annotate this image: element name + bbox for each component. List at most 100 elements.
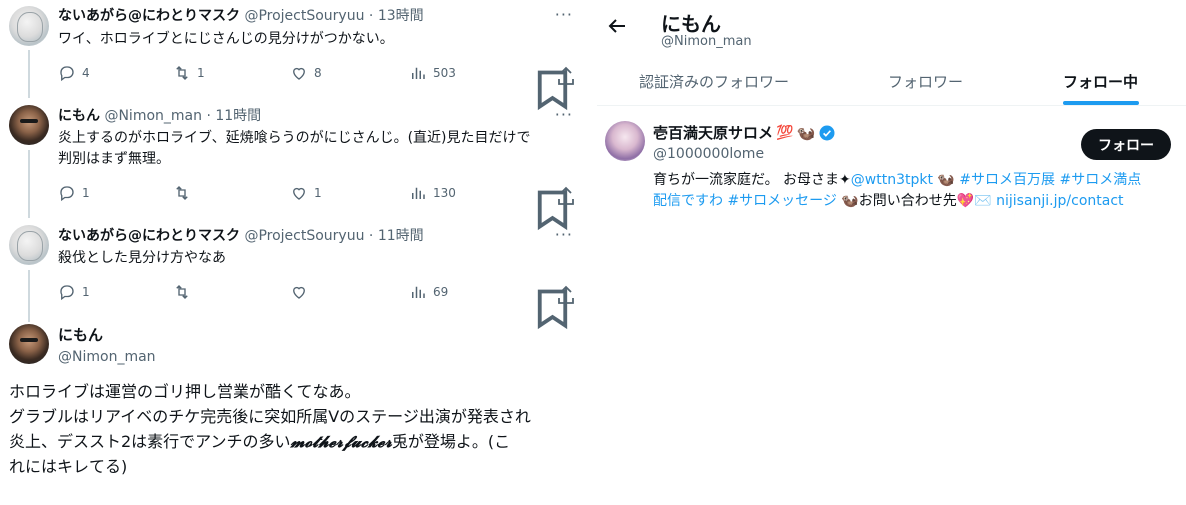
tweet-text-line: ホロライブは運営のゴリ押し営業が酷くてなあ。: [9, 382, 361, 401]
more-options-icon[interactable]: ···: [555, 5, 573, 24]
reply-button[interactable]: 4: [58, 64, 90, 82]
display-name[interactable]: にもん: [58, 326, 156, 344]
tab-verified-followers[interactable]: 認証済みのフォロワー: [639, 71, 789, 92]
tweet[interactable]: ないあがら@にわとりマスク @ProjectSouryuu · 13時間 ···…: [0, 0, 590, 111]
user-bio: 育ちが一流家庭だ。 お母さま✦@wttn3tpkt 🦦 #サロメ百万展 #サロメ…: [653, 170, 1173, 212]
views-button[interactable]: 503: [409, 64, 456, 82]
user-avatar[interactable]: [605, 121, 645, 161]
man-avatar-icon[interactable]: [9, 324, 49, 364]
timestamp[interactable]: 13時間: [378, 8, 424, 24]
tweet-text: ワイ、ホロライブとにじさんじの見分けがつかない。: [58, 31, 394, 47]
reply-button[interactable]: 1: [58, 184, 90, 202]
views-count: 130: [433, 186, 456, 200]
share-icon[interactable]: [554, 184, 578, 208]
user-name-row[interactable]: 壱百満天原サロメ 💯 🦦: [653, 122, 836, 143]
share-icon[interactable]: [554, 283, 578, 307]
user-handle[interactable]: @Nimon_man: [104, 108, 202, 124]
retweet-icon: [176, 66, 188, 80]
hashtag-link[interactable]: #サロメッセージ: [727, 193, 836, 209]
script-styled-word: 𝓶𝓸𝓽𝓱𝓮𝓻𝓯𝓾𝓬𝓴𝓮𝓻: [290, 432, 392, 451]
views-count: 503: [433, 66, 456, 80]
reply-button[interactable]: 1: [58, 283, 90, 301]
like-button[interactable]: 8: [290, 64, 322, 82]
tweet-text: 炎上するのがホロライブ、延焼喰らうのがにじさんじ。(直近)見た目だけで 判別はま…: [58, 128, 578, 170]
like-button[interactable]: [290, 283, 314, 301]
timestamp[interactable]: 11時間: [215, 108, 261, 124]
hashtag-link[interactable]: #サロメ百万展: [959, 172, 1055, 188]
tweet[interactable]: にもん @Nimon_man · 11時間 ··· 炎上するのがホロライブ、延焼…: [0, 98, 590, 231]
like-count: 1: [314, 186, 322, 200]
contact-url-link[interactable]: nijisanji.jp/contact: [996, 193, 1123, 209]
profile-title: にもん: [661, 12, 721, 36]
views-icon: [412, 286, 425, 298]
bio-mention-link[interactable]: @wttn3tpkt: [851, 172, 933, 188]
hashtag-link-continued[interactable]: 配信ですわ: [653, 193, 723, 209]
tab-following[interactable]: フォロー中: [1063, 71, 1138, 92]
back-arrow-icon[interactable]: [605, 14, 629, 38]
hashtag-link[interactable]: #サロメ満点: [1059, 172, 1141, 188]
profile-handle: @Nimon_man: [661, 34, 752, 49]
main-tweet-text: ホロライブは運営のゴリ押し営業が酷くてなあ。 グラブルはリアイベのチケ完売後に突…: [9, 379, 584, 479]
tweet-header: ないあがら@にわとりマスク @ProjectSouryuu · 11時間: [58, 227, 424, 245]
views-icon: [412, 187, 425, 199]
user-handle[interactable]: @ProjectSouryuu: [244, 8, 364, 24]
separator-dot: ·: [368, 228, 374, 244]
conversation-thread: ないあがら@にわとりマスク @ProjectSouryuu · 13時間 ···…: [0, 0, 590, 505]
tweet-text-segment: 炎上、デススト2は素行でアンチの多い: [9, 432, 291, 451]
reply-icon: [60, 186, 74, 202]
tweet-text-line: 炎上するのがホロライブ、延焼喰らうのがにじさんじ。(直近)見た目だけで: [58, 130, 531, 146]
more-options-icon[interactable]: ···: [555, 225, 573, 244]
tweet-header: ないあがら@にわとりマスク @ProjectSouryuu · 13時間: [58, 7, 424, 25]
tweet-actions: 1 69: [58, 283, 578, 330]
heart-icon: [293, 187, 305, 200]
tweet[interactable]: ないあがら@にわとりマスク @ProjectSouryuu · 11時間 ···…: [0, 218, 590, 330]
user-handle[interactable]: @1000000lome: [653, 146, 764, 162]
views-button[interactable]: 130: [409, 184, 456, 202]
hundred-points-emoji: 💯: [776, 124, 794, 141]
like-count: 8: [314, 66, 322, 80]
bio-text: 🦦: [932, 172, 960, 188]
display-name[interactable]: にもん: [58, 108, 100, 124]
display-name[interactable]: ないあがら@にわとりマスク: [58, 8, 240, 24]
tweet-actions: 4 1 8 503: [58, 64, 578, 111]
retweet-button[interactable]: 1: [173, 64, 205, 82]
retweet-icon: [176, 285, 188, 299]
user-handle[interactable]: @Nimon_man: [58, 348, 156, 366]
reply-icon: [60, 66, 74, 82]
tweet-text-line: 判別はまず無理。: [58, 151, 170, 167]
heart-icon: [293, 286, 305, 299]
retweet-button[interactable]: [173, 283, 197, 301]
like-button[interactable]: 1: [290, 184, 322, 202]
tab-followers[interactable]: フォロワー: [888, 71, 963, 92]
sketch-avatar-icon[interactable]: [9, 6, 49, 46]
separator-dot: ·: [206, 108, 211, 124]
tweet-header: にもん @Nimon_man: [58, 326, 156, 366]
tweet-text: 殺伐とした見分け方やなあ: [58, 250, 226, 266]
bio-text: 育ちが一流家庭だ。 お母さま✦: [653, 172, 851, 188]
tweet-actions: 1 1 130: [58, 184, 578, 231]
user-display-name[interactable]: 壱百満天原サロメ: [653, 122, 773, 143]
user-handle[interactable]: @ProjectSouryuu: [244, 228, 364, 244]
man-avatar-icon[interactable]: [9, 105, 49, 145]
following-panel: にもん @Nimon_man 認証済みのフォロワー フォロワー フォロー中 壱百…: [597, 0, 1186, 505]
reply-icon: [60, 285, 74, 301]
share-icon[interactable]: [554, 64, 578, 88]
tweet-text-line: グラブルはリアイベのチケ完売後に突如所属Vのステージ出演が発表され: [9, 407, 531, 426]
retweet-icon: [176, 186, 188, 200]
more-options-icon[interactable]: ···: [555, 105, 573, 124]
views-button[interactable]: 69: [409, 283, 448, 301]
sketch-avatar-icon[interactable]: [9, 225, 49, 265]
tweet-text-line: 炎上、デススト2は素行でアンチの多い𝓶𝓸𝓽𝓱𝓮𝓻𝓯𝓾𝓬𝓴𝓮𝓻兎が登場よ。(こ: [9, 429, 584, 454]
views-icon: [412, 67, 425, 79]
verified-badge-icon[interactable]: [818, 124, 836, 142]
display-name[interactable]: ないあがら@にわとりマスク: [58, 228, 240, 244]
views-count: 69: [433, 285, 449, 299]
reply-count: 1: [82, 186, 90, 200]
retweet-button[interactable]: [173, 184, 197, 202]
reply-count: 4: [82, 66, 90, 80]
tab-bar: 認証済みのフォロワー フォロワー フォロー中: [597, 58, 1186, 106]
timestamp[interactable]: 11時間: [378, 228, 424, 244]
follow-button[interactable]: フォロー: [1081, 129, 1171, 160]
reply-count: 1: [82, 285, 90, 299]
bio-text: 🦦お問い合わせ先💖✉️: [836, 193, 997, 209]
